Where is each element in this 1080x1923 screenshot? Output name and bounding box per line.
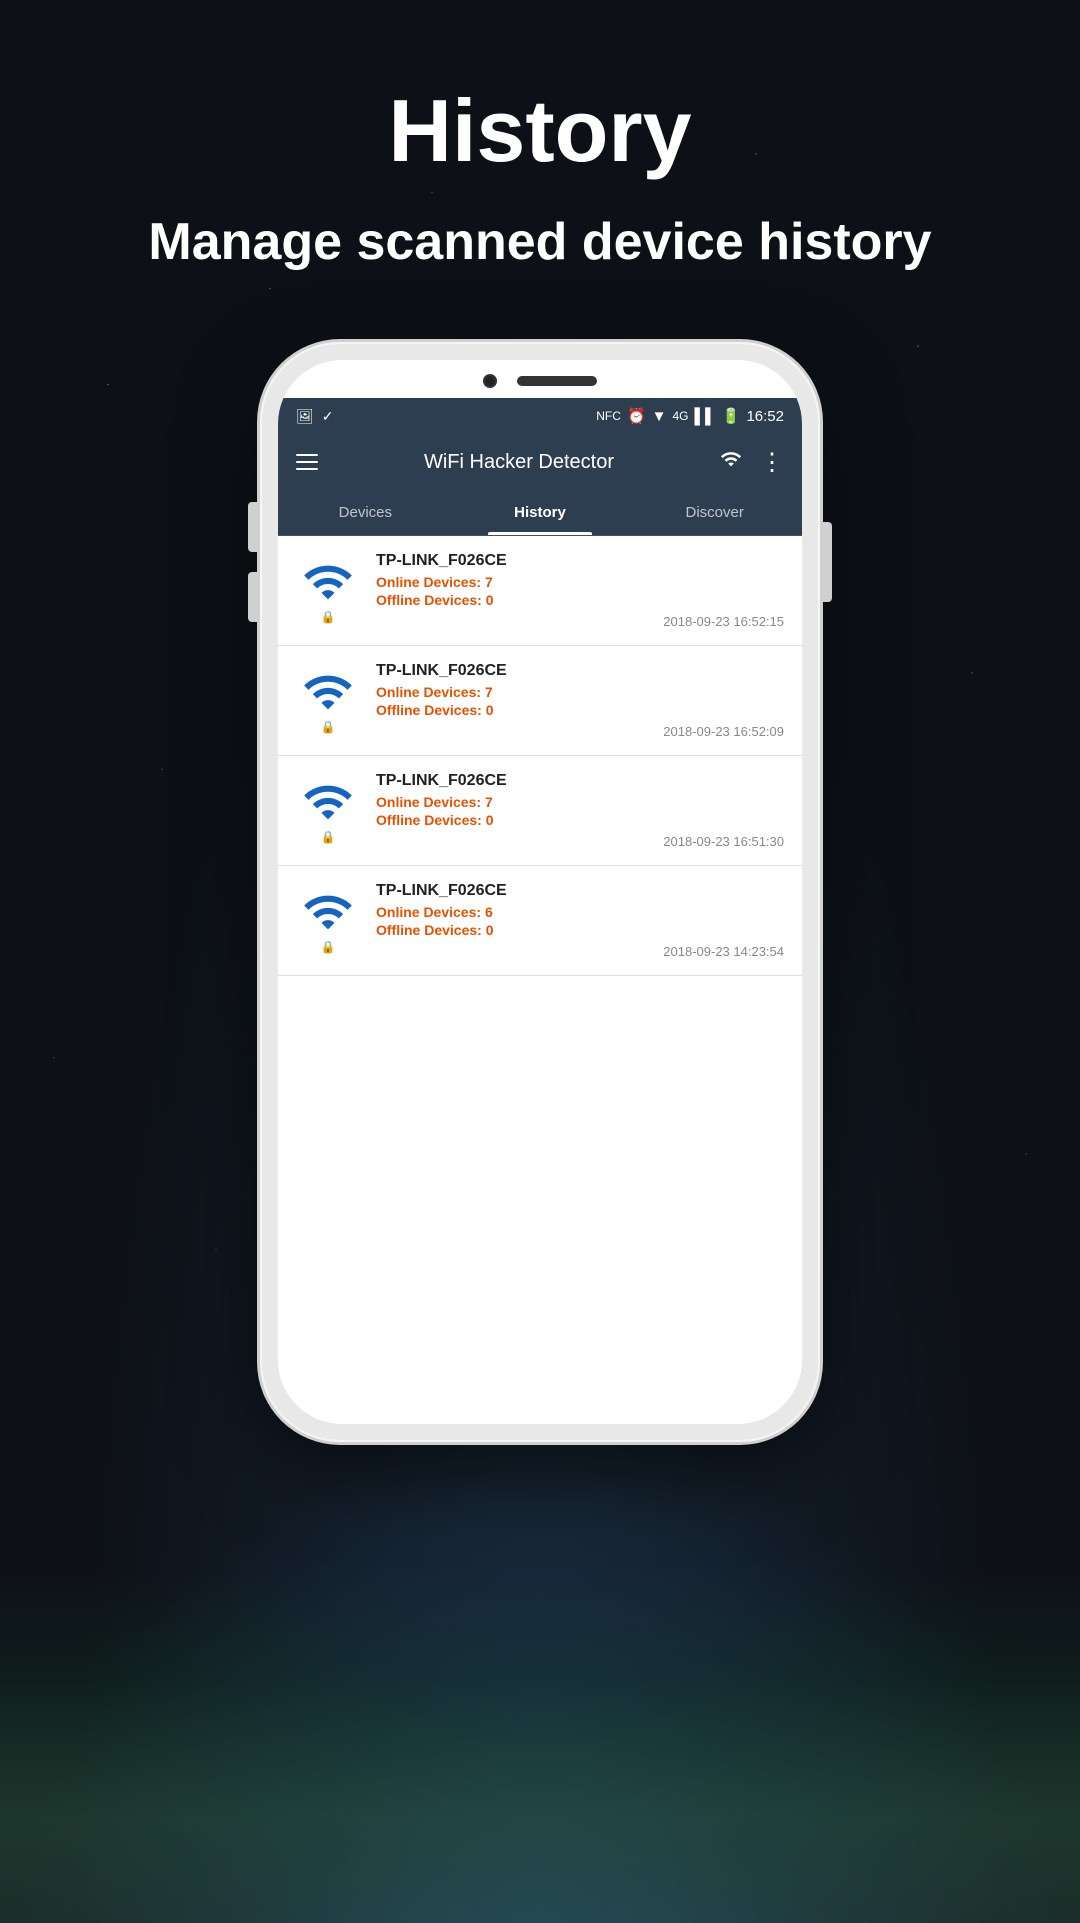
phone-frame: 🖼 ✓ NFC ⏰ ▼ 4G ▌▌ 🔋 16:52	[260, 342, 820, 1442]
history-item[interactable]: 🔒 TP-LINK_F026CE Online Devices: 6 Offli…	[278, 866, 802, 976]
tab-bar: Devices History Discover	[278, 490, 802, 536]
item-ssid: TP-LINK_F026CE	[376, 662, 784, 680]
signal-icon: 4G	[672, 409, 688, 423]
phone-screen: 🖼 ✓ NFC ⏰ ▼ 4G ▌▌ 🔋 16:52	[278, 360, 802, 1424]
wifi-icon-wrap: 🔒	[296, 882, 360, 954]
status-time: 16:52	[746, 408, 784, 425]
item-ssid: TP-LINK_F026CE	[376, 552, 784, 570]
wifi-icon-wrap: 🔒	[296, 552, 360, 624]
page-subtitle: Manage scanned device history	[108, 212, 971, 272]
wifi-status-icon: ▼	[652, 408, 667, 425]
hamburger-line-3	[296, 468, 318, 470]
item-online: Online Devices: 6	[376, 904, 784, 920]
battery-icon: 🔋	[722, 407, 741, 425]
history-item[interactable]: 🔒 TP-LINK_F026CE Online Devices: 7 Offli…	[278, 756, 802, 866]
notification-icon: 🖼	[296, 408, 314, 425]
item-timestamp: 2018-09-23 16:52:09	[376, 724, 784, 739]
app-bar: WiFi Hacker Detector ⋮	[278, 434, 802, 490]
item-timestamp: 2018-09-23 14:23:54	[376, 944, 784, 959]
item-info: TP-LINK_F026CE Online Devices: 7 Offline…	[376, 552, 784, 629]
app-title: WiFi Hacker Detector	[424, 451, 614, 474]
history-content: 🔒 TP-LINK_F026CE Online Devices: 7 Offli…	[278, 536, 802, 976]
hamburger-line-1	[296, 454, 318, 456]
phone-notch	[278, 360, 802, 398]
status-left-icons: 🖼 ✓	[296, 408, 334, 425]
tab-history[interactable]: History	[453, 490, 628, 535]
status-bar: 🖼 ✓ NFC ⏰ ▼ 4G ▌▌ 🔋 16:52	[278, 398, 802, 434]
item-timestamp: 2018-09-23 16:52:15	[376, 614, 784, 629]
hamburger-menu[interactable]	[296, 454, 318, 470]
history-item[interactable]: 🔒 TP-LINK_F026CE Online Devices: 7 Offli…	[278, 536, 802, 646]
item-ssid: TP-LINK_F026CE	[376, 882, 784, 900]
phone-wrapper: 🖼 ✓ NFC ⏰ ▼ 4G ▌▌ 🔋 16:52	[260, 342, 820, 1442]
item-online: Online Devices: 7	[376, 794, 784, 810]
item-offline: Offline Devices: 0	[376, 922, 784, 938]
wifi-icon[interactable]	[720, 448, 742, 476]
front-camera	[483, 374, 497, 388]
item-online: Online Devices: 7	[376, 684, 784, 700]
wifi-icon-wrap: 🔒	[296, 772, 360, 844]
tab-discover[interactable]: Discover	[627, 490, 802, 535]
item-timestamp: 2018-09-23 16:51:30	[376, 834, 784, 849]
page-title: History	[388, 80, 691, 182]
signal-bars: ▌▌	[695, 408, 716, 425]
item-ssid: TP-LINK_F026CE	[376, 772, 784, 790]
wifi-icon-wrap: 🔒	[296, 662, 360, 734]
app-bar-actions: ⋮	[720, 448, 784, 477]
page-content: History Manage scanned device history 🖼 …	[0, 0, 1080, 1442]
more-options-icon[interactable]: ⋮	[760, 448, 784, 477]
item-offline: Offline Devices: 0	[376, 592, 784, 608]
item-info: TP-LINK_F026CE Online Devices: 7 Offline…	[376, 772, 784, 849]
speaker-grill	[517, 376, 597, 386]
alarm-icon: ⏰	[627, 407, 646, 425]
hamburger-line-2	[296, 461, 318, 463]
tab-devices[interactable]: Devices	[278, 490, 453, 535]
nfc-icon: NFC	[596, 409, 621, 423]
item-info: TP-LINK_F026CE Online Devices: 6 Offline…	[376, 882, 784, 959]
earth-surface	[0, 1573, 1080, 1923]
check-icon: ✓	[322, 408, 334, 425]
item-online: Online Devices: 7	[376, 574, 784, 590]
item-info: TP-LINK_F026CE Online Devices: 7 Offline…	[376, 662, 784, 739]
item-offline: Offline Devices: 0	[376, 702, 784, 718]
status-right-info: NFC ⏰ ▼ 4G ▌▌ 🔋 16:52	[596, 407, 784, 425]
history-item[interactable]: 🔒 TP-LINK_F026CE Online Devices: 7 Offli…	[278, 646, 802, 756]
item-offline: Offline Devices: 0	[376, 812, 784, 828]
